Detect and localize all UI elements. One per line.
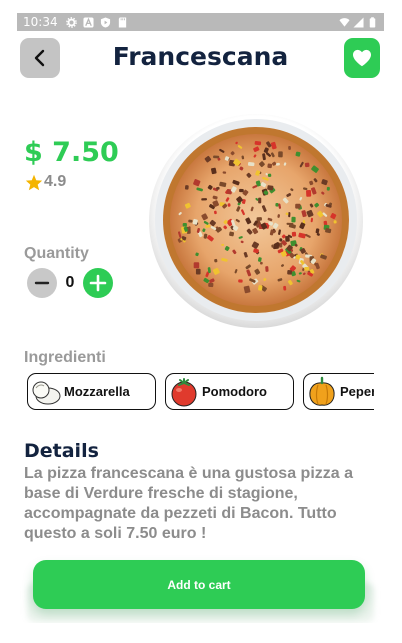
pizza-topping: [326, 186, 330, 191]
ingredient-name: Mozzarella: [64, 384, 130, 399]
pizza-topping: [291, 231, 297, 237]
quantity-stepper: 0: [27, 268, 113, 298]
pizza-topping: [304, 162, 310, 168]
status-bar: 10:34: [17, 13, 384, 31]
sd-card-icon: [118, 16, 126, 28]
pizza-topping: [291, 216, 296, 223]
pizza-topping: [265, 266, 269, 272]
pizza-topping: [260, 261, 263, 265]
pizza-topping: [267, 163, 273, 169]
pizza-topping: [275, 203, 279, 207]
pizza-topping: [193, 262, 200, 269]
pizza-topping: [239, 188, 244, 193]
pizza-topping: [283, 285, 287, 291]
app-screen: 10:34 Francescana $ 7.50 4.9 Quantity 0 …: [17, 13, 384, 623]
ingredient-name: Pomodoro: [202, 384, 267, 399]
pizza-topping: [205, 224, 211, 228]
pizza-topping: [195, 268, 201, 275]
quantity-label: Quantity: [24, 245, 89, 262]
increase-quantity-button[interactable]: [83, 268, 113, 298]
pizza-topping: [227, 203, 231, 207]
pizza-topping: [333, 220, 337, 224]
ingredient-name: Peperoni: [340, 384, 374, 399]
signal-icon: [353, 16, 364, 28]
rating-value: 4.9: [44, 173, 67, 190]
heart-icon: [353, 49, 371, 67]
pizza-topping: [258, 197, 262, 204]
favorite-button[interactable]: [344, 38, 380, 78]
ingredient-chip-pomodoro[interactable]: Pomodoro: [165, 373, 294, 410]
pizza-topping: [188, 219, 193, 223]
pizza-topping: [184, 185, 189, 190]
quantity-value: 0: [65, 274, 75, 291]
decrease-quantity-button[interactable]: [27, 268, 57, 298]
mozzarella-icon: [32, 381, 61, 404]
add-to-cart-button[interactable]: Add to cart: [33, 560, 365, 609]
pizza-topping: [267, 185, 274, 191]
pizza-topping: [287, 270, 293, 275]
ingredients-list[interactable]: Mozzarella Pomodoro Peperoni: [27, 373, 374, 411]
wifi-icon: [339, 17, 350, 27]
ingredients-label: Ingredienti: [24, 349, 106, 366]
pizza-topping: [222, 171, 227, 174]
tomato-icon: [171, 377, 197, 406]
pepper-icon: [309, 376, 335, 406]
shield-play-icon: [100, 16, 110, 28]
pizza-topping: [201, 198, 208, 201]
product-rating: 4.9: [25, 173, 66, 191]
pizza-topping: [295, 203, 301, 209]
pizza-image: [149, 114, 363, 328]
a-icon: [83, 16, 94, 28]
pizza-topping: [256, 217, 262, 221]
pizza-topping: [288, 212, 291, 218]
pizza-topping: [254, 140, 262, 146]
pizza-topping: [267, 173, 272, 177]
status-right-icons: [339, 16, 378, 28]
pizza-topping: [279, 238, 283, 242]
ingredient-chip-mozzarella[interactable]: Mozzarella: [27, 373, 156, 410]
battery-icon: [369, 16, 376, 28]
pizza-topping: [247, 162, 255, 167]
page-title: Francescana: [112, 42, 289, 71]
pizza-topping: [306, 189, 312, 197]
status-time: 10:34: [23, 15, 58, 29]
star-icon: [25, 174, 43, 190]
pizza-topping: [208, 282, 214, 288]
pizza-topping: [304, 266, 310, 271]
details-description: La pizza francescana è una gustosa pizza…: [24, 465, 353, 542]
pizza-topping: [278, 151, 283, 158]
pizza-topping: [258, 285, 263, 291]
plus-icon: [89, 274, 107, 292]
minus-icon: [34, 281, 50, 285]
ingredient-chip-peperoni[interactable]: Peperoni: [303, 373, 374, 410]
pizza-topping: [238, 279, 243, 283]
details-title: Details: [24, 440, 99, 462]
status-left-icons: [65, 16, 128, 28]
pizza-topping: [216, 186, 220, 190]
pizza-topping: [288, 146, 291, 150]
product-price: $ 7.50: [24, 137, 119, 168]
pizza-topping: [182, 223, 187, 227]
settings-icon: [65, 16, 77, 28]
pizza-topping: [229, 231, 235, 237]
